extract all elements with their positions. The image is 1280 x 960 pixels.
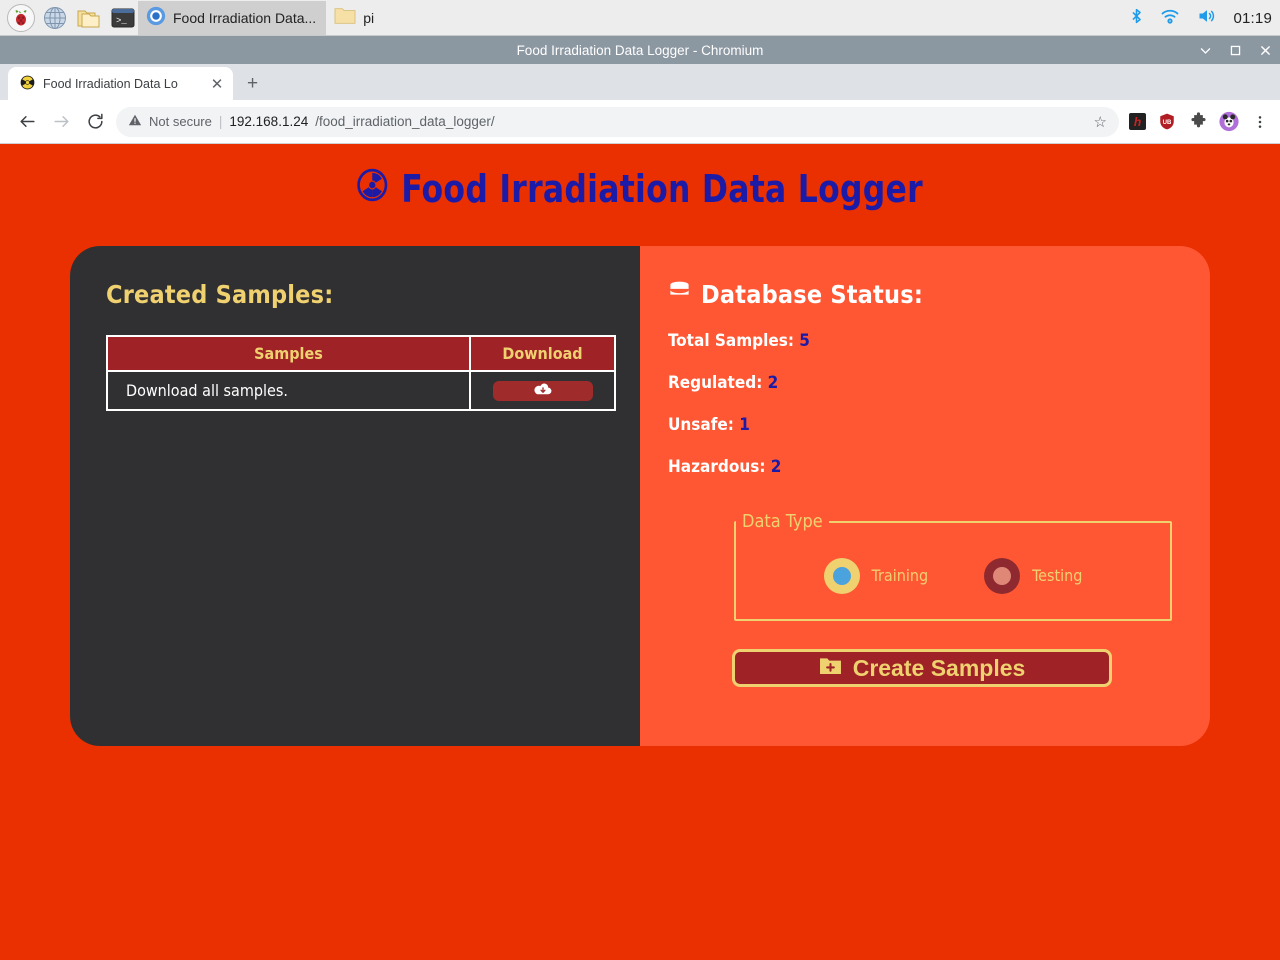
url-path: /food_irradiation_data_logger/ [315, 114, 495, 129]
os-taskbar: >_ Food Irradiation Data... pi 01:19 [0, 0, 1280, 36]
table-row: Download all samples. [106, 370, 616, 411]
radio-testing-input[interactable] [984, 557, 1021, 594]
omnibox-separator: | [218, 114, 223, 129]
create-samples-label: Create Samples [852, 654, 1026, 681]
bookmark-star-icon[interactable]: ☆ [1094, 113, 1107, 131]
radiation-icon [357, 167, 388, 211]
stat-regulated: Regulated: 2 [668, 373, 1182, 393]
database-icon [668, 280, 691, 309]
system-tray: 01:19 [1128, 0, 1272, 36]
table-header-row: Samples Download [106, 335, 616, 372]
extension-icons: h UB [1125, 111, 1270, 132]
browser-tab[interactable]: Food Irradiation Data Lo ✕ [8, 67, 233, 100]
stat-total-samples: Total Samples: 5 [668, 331, 1182, 351]
taskbar-window-label: Food Irradiation Data... [173, 9, 317, 26]
sample-name-cell: Download all samples. [106, 370, 471, 411]
create-samples-button[interactable]: Create Samples [732, 649, 1112, 687]
download-cell [469, 370, 616, 411]
stat-value: 1 [739, 415, 750, 435]
svg-text:UB: UB [1163, 120, 1172, 126]
created-samples-heading: Created Samples: [106, 280, 334, 309]
samples-table: Samples Download Download all samples. [106, 335, 616, 411]
browser-tab-title: Food Irradiation Data Lo [43, 76, 178, 91]
not-secure-warning-icon[interactable] [128, 113, 142, 130]
ublock-origin-icon[interactable]: UB [1157, 112, 1177, 132]
radiation-favicon [20, 75, 35, 93]
browser-tab-strip: Food Irradiation Data Lo ✕ + [0, 64, 1280, 100]
close-icon[interactable] [1256, 41, 1274, 59]
browser-toolbar: Not secure | 192.168.1.24/food_irradiati… [0, 100, 1280, 144]
stat-unsafe: Unsafe: 1 [668, 415, 1182, 435]
column-header-download: Download [469, 335, 616, 372]
window-title-bar: Food Irradiation Data Logger - Chromium [0, 36, 1280, 64]
new-tab-button[interactable]: + [247, 73, 258, 95]
minimize-icon[interactable] [1196, 41, 1214, 59]
taskbar-window-filemanager[interactable]: pi [326, 1, 384, 35]
folder-plus-icon [819, 655, 842, 682]
stat-value: 2 [770, 457, 782, 477]
radio-option-training[interactable]: Training [823, 557, 929, 594]
address-bar[interactable]: Not secure | 192.168.1.24/food_irradiati… [116, 106, 1119, 137]
chrome-menu-icon[interactable] [1250, 112, 1270, 132]
raspberry-menu-icon[interactable] [6, 3, 36, 33]
taskbar-window-chromium[interactable]: Food Irradiation Data... [138, 0, 327, 35]
taskbar-launchers: >_ [0, 3, 138, 33]
stat-label: Total Samples: [668, 331, 794, 351]
svg-text:>_: >_ [116, 16, 127, 26]
download-all-button[interactable] [492, 380, 593, 401]
main-container: Created Samples: Samples Download Downlo… [70, 246, 1210, 746]
stat-label: Hazardous: [668, 457, 766, 477]
taskbar-window-label: pi [363, 9, 375, 26]
url-host: 192.168.1.24 [229, 114, 309, 129]
database-status-text: Database Status: [701, 280, 924, 309]
back-button[interactable] [10, 105, 44, 139]
window-title-text: Food Irradiation Data Logger - Chromium [516, 42, 764, 58]
window-controls [1196, 36, 1274, 64]
folder-icon [334, 6, 356, 29]
created-samples-panel: Created Samples: Samples Download Downlo… [70, 246, 640, 746]
reload-button[interactable] [78, 105, 112, 139]
bluetooth-icon[interactable] [1128, 6, 1145, 31]
file-manager-icon[interactable] [74, 3, 104, 33]
database-status-panel: Database Status: Total Samples: 5 Regula… [640, 246, 1210, 746]
taskbar-clock[interactable]: 01:19 [1233, 10, 1272, 27]
web-page: Food Irradiation Data Logger Created Sam… [0, 144, 1280, 960]
wifi-icon[interactable] [1159, 6, 1181, 31]
radio-training-label[interactable]: Training [872, 566, 929, 585]
tab-close-icon[interactable]: ✕ [209, 75, 225, 93]
column-header-samples: Samples [106, 335, 471, 372]
database-status-heading: Database Status: [668, 280, 1182, 309]
data-type-fieldset: Data Type Training Testing [734, 511, 1172, 621]
page-title-text: Food Irradiation Data Logger [401, 167, 923, 211]
extensions-puzzle-icon[interactable] [1188, 112, 1208, 132]
stat-label: Unsafe: [668, 415, 734, 435]
security-label: Not secure [149, 114, 212, 129]
stat-hazardous: Hazardous: 2 [668, 457, 1182, 477]
chromium-icon [146, 6, 166, 29]
radio-testing-label[interactable]: Testing [1032, 566, 1082, 585]
radio-training-input[interactable] [823, 557, 860, 594]
maximize-icon[interactable] [1226, 41, 1244, 59]
cloud-download-icon [533, 382, 552, 399]
forward-button[interactable] [44, 105, 78, 139]
hola-extension-icon[interactable]: h [1129, 113, 1146, 130]
profile-avatar-icon[interactable] [1219, 111, 1239, 132]
stat-label: Regulated: [668, 373, 763, 393]
volume-icon[interactable] [1195, 6, 1219, 31]
data-type-legend: Data Type [742, 511, 823, 532]
radio-option-testing[interactable]: Testing [984, 557, 1082, 594]
stat-value: 2 [767, 373, 779, 393]
web-browser-icon[interactable] [40, 3, 70, 33]
page-title: Food Irradiation Data Logger [51, 162, 1229, 216]
stat-value: 5 [799, 331, 810, 351]
terminal-icon[interactable]: >_ [108, 3, 138, 33]
